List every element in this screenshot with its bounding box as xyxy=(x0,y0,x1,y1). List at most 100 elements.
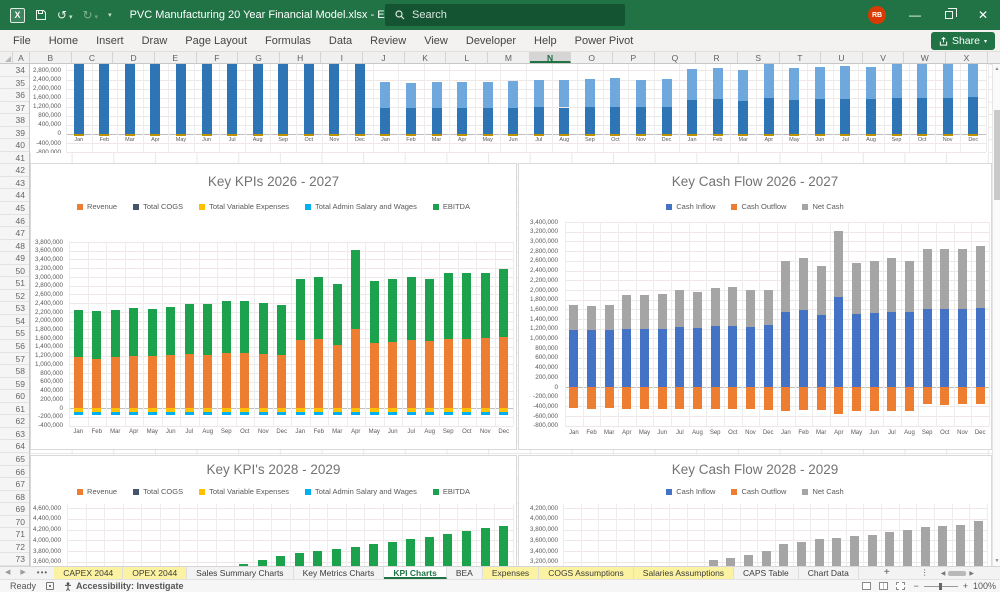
row-header-66[interactable]: 66 xyxy=(0,466,29,479)
undo-button[interactable]: ↺ ▾ xyxy=(57,6,73,24)
horizontal-scroll-thumb[interactable] xyxy=(948,571,966,576)
row-header-68[interactable]: 68 xyxy=(0,491,29,504)
sheet-tab-opex-2044[interactable]: OPEX 2044 xyxy=(123,567,187,579)
column-header-U[interactable]: U xyxy=(821,52,863,63)
menu-tab-draw[interactable]: Draw xyxy=(133,30,177,52)
row-header-54[interactable]: 54 xyxy=(0,315,29,328)
row-header-51[interactable]: 51 xyxy=(0,277,29,290)
column-header-P[interactable]: P xyxy=(613,52,655,63)
row-header-36[interactable]: 36 xyxy=(0,89,29,102)
column-header-S[interactable]: S xyxy=(738,52,780,63)
row-header-40[interactable]: 40 xyxy=(0,139,29,152)
zoom-in-icon[interactable]: + xyxy=(963,581,968,591)
close-button[interactable]: ✕ xyxy=(966,0,1000,30)
sheet-tab-key-metrics-charts[interactable]: Key Metrics Charts xyxy=(294,567,385,579)
hscroll-left-icon[interactable]: ◀ xyxy=(941,570,946,577)
row-header-50[interactable]: 50 xyxy=(0,265,29,278)
column-header-R[interactable]: R xyxy=(696,52,738,63)
menu-tab-page-layout[interactable]: Page Layout xyxy=(176,30,256,52)
row-header-38[interactable]: 38 xyxy=(0,114,29,127)
hscroll-right-icon[interactable]: ▶ xyxy=(969,570,974,577)
row-header-35[interactable]: 35 xyxy=(0,77,29,90)
row-header-61[interactable]: 61 xyxy=(0,403,29,416)
sheet-tab-caps-table[interactable]: CAPS Table xyxy=(734,567,799,579)
sheet-tab-cogs-assumptions[interactable]: COGS Assumptions xyxy=(539,567,634,579)
sheet-tab-chart-data[interactable]: Chart Data xyxy=(799,567,859,579)
row-header-67[interactable]: 67 xyxy=(0,478,29,491)
zoom-slider[interactable] xyxy=(924,586,958,587)
sheet-tab-expenses[interactable]: Expenses xyxy=(483,567,539,579)
column-header-C[interactable]: C xyxy=(72,52,114,63)
row-header-62[interactable]: 62 xyxy=(0,415,29,428)
column-header-W[interactable]: W xyxy=(904,52,946,63)
sheet-tab-bea[interactable]: BEA xyxy=(447,567,483,579)
column-header-L[interactable]: L xyxy=(446,52,488,63)
row-header-70[interactable]: 70 xyxy=(0,516,29,529)
sheet-tab-capex-2044[interactable]: CAPEX 2044 xyxy=(54,567,123,579)
menu-tab-file[interactable]: File xyxy=(4,30,40,52)
tab-scroll-left-icon[interactable]: ◀ xyxy=(0,567,15,579)
row-header-57[interactable]: 57 xyxy=(0,353,29,366)
row-header-37[interactable]: 37 xyxy=(0,102,29,115)
normal-view-icon[interactable] xyxy=(862,582,871,590)
macro-record-button[interactable] xyxy=(46,582,54,590)
column-header-J[interactable]: J xyxy=(363,52,405,63)
restore-button[interactable] xyxy=(932,0,966,30)
column-header-D[interactable]: D xyxy=(113,52,155,63)
row-header-56[interactable]: 56 xyxy=(0,340,29,353)
row-header-44[interactable]: 44 xyxy=(0,189,29,202)
row-header-72[interactable]: 72 xyxy=(0,541,29,554)
zoom-level[interactable]: 100% xyxy=(973,581,996,591)
tabbar-kebab-icon[interactable]: ⋮ xyxy=(915,567,935,579)
row-header-53[interactable]: 53 xyxy=(0,302,29,315)
page-layout-view-icon[interactable] xyxy=(879,582,888,590)
menu-tab-developer[interactable]: Developer xyxy=(457,30,525,52)
horizontal-scrollbar[interactable]: ◀ ▶ xyxy=(941,567,974,579)
zoom-slider-thumb[interactable] xyxy=(939,583,942,590)
row-header-64[interactable]: 64 xyxy=(0,440,29,453)
new-sheet-button[interactable]: + xyxy=(877,567,897,579)
column-header-O[interactable]: O xyxy=(571,52,613,63)
save-icon[interactable] xyxy=(35,9,47,21)
monthly-trend-chart[interactable]: 2,800,0002,400,0002,000,0001,600,0001,20… xyxy=(30,64,988,153)
tab-scroll-right-icon[interactable]: ▶ xyxy=(15,567,30,579)
excel-app-icon[interactable]: X xyxy=(10,8,25,23)
kpi-2026-2027-chart[interactable]: Key KPIs 2026 - 2027RevenueTotal COGSTot… xyxy=(30,163,517,450)
vertical-scroll-thumb[interactable] xyxy=(994,110,1000,200)
customize-qat-caret-icon[interactable]: ▾ xyxy=(108,11,112,19)
column-header-A[interactable]: A xyxy=(13,52,30,63)
column-header-G[interactable]: G xyxy=(238,52,280,63)
cashflow-2026-2027-chart[interactable]: Key Cash Flow 2026 - 2027Cash InflowCash… xyxy=(518,163,992,450)
row-header-49[interactable]: 49 xyxy=(0,252,29,265)
row-header-59[interactable]: 59 xyxy=(0,378,29,391)
row-header-34[interactable]: 34 xyxy=(0,64,29,77)
redo-button[interactable]: ↻ ▾ xyxy=(83,6,99,24)
row-header-45[interactable]: 45 xyxy=(0,202,29,215)
sheet-tab-kpi-charts[interactable]: KPI Charts xyxy=(384,567,446,579)
column-header-K[interactable]: K xyxy=(405,52,447,63)
menu-tab-insert[interactable]: Insert xyxy=(87,30,133,52)
zoom-out-icon[interactable]: − xyxy=(913,581,918,591)
column-header-T[interactable]: T xyxy=(780,52,822,63)
column-header-X[interactable]: X xyxy=(946,52,988,63)
row-header-60[interactable]: 60 xyxy=(0,390,29,403)
menu-tab-review[interactable]: Review xyxy=(361,30,415,52)
row-header-41[interactable]: 41 xyxy=(0,152,29,165)
vertical-scrollbar[interactable]: ▲ ▼ xyxy=(992,64,1000,566)
column-header-Q[interactable]: Q xyxy=(655,52,697,63)
row-header-65[interactable]: 65 xyxy=(0,453,29,466)
column-header-F[interactable]: F xyxy=(197,52,239,63)
row-header-63[interactable]: 63 xyxy=(0,428,29,441)
row-header-58[interactable]: 58 xyxy=(0,365,29,378)
tab-overflow-dots[interactable]: ••• xyxy=(31,567,54,579)
menu-tab-home[interactable]: Home xyxy=(40,30,87,52)
row-header-71[interactable]: 71 xyxy=(0,528,29,541)
menu-tab-power-pivot[interactable]: Power Pivot xyxy=(566,30,643,52)
sheet-tab-salaries-assumptions[interactable]: Salaries Assumptions xyxy=(634,567,734,579)
menu-tab-help[interactable]: Help xyxy=(525,30,566,52)
sheet-tab-sales-summary-charts[interactable]: Sales Summary Charts xyxy=(187,567,293,579)
row-header-73[interactable]: 73 xyxy=(0,553,29,566)
menu-tab-view[interactable]: View xyxy=(415,30,457,52)
row-header-48[interactable]: 48 xyxy=(0,240,29,253)
select-all-corner[interactable] xyxy=(0,52,13,63)
